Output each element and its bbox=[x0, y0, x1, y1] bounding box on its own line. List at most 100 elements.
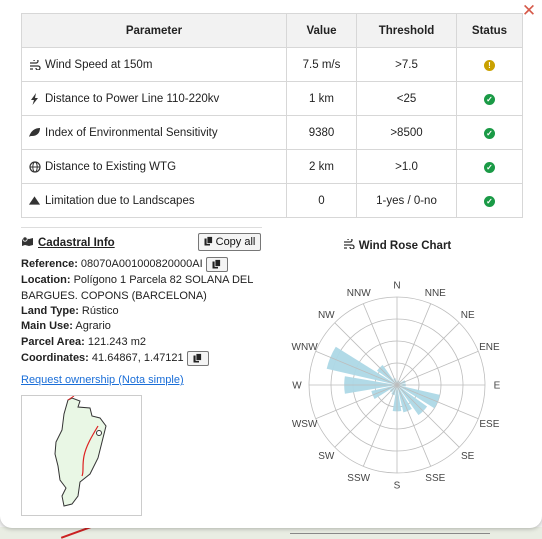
map-road-line bbox=[290, 533, 490, 534]
status-cell: ✓ bbox=[456, 183, 523, 218]
close-icon[interactable]: ✕ bbox=[521, 2, 537, 20]
value-cell: 1 km bbox=[286, 81, 357, 116]
header-threshold: Threshold bbox=[356, 13, 457, 48]
cadastral-title: Cadastral Info bbox=[21, 236, 115, 250]
reference-value: 08070A001000820000AI bbox=[80, 258, 203, 270]
wind-rose-title: Wind Rose Chart bbox=[275, 237, 519, 252]
copy-coordinates-button[interactable] bbox=[186, 350, 209, 366]
main-use-value: Agrario bbox=[75, 320, 111, 332]
value-cell: 0 bbox=[286, 183, 357, 218]
status-cell: ✓ bbox=[456, 115, 523, 150]
parameters-table: Parameter Value Threshold Status Wind Sp… bbox=[21, 13, 523, 218]
wind-rose-chart: N NNE NE ENE E ESE SE SSE S SSW SW WSW W WNW NW NNW bbox=[292, 281, 501, 492]
reference-label: Reference: bbox=[21, 258, 78, 270]
parcel-area-line: Parcel Area: 121.243 m2 bbox=[21, 334, 266, 350]
rose-direction-label: SE bbox=[461, 451, 475, 462]
parcel-area-label: Parcel Area: bbox=[21, 336, 85, 348]
parcel-area-value: 121.243 m2 bbox=[87, 336, 146, 348]
wind-rose-title-text: Wind Rose Chart bbox=[358, 239, 452, 252]
threshold-cell: <25 bbox=[356, 81, 457, 116]
rose-direction-label: SSW bbox=[347, 473, 370, 484]
rose-direction-label: NNE bbox=[425, 288, 446, 299]
value-cell: 2 km bbox=[286, 149, 357, 184]
rose-spoke bbox=[334, 384, 398, 448]
land-type-label: Land Type: bbox=[21, 305, 79, 317]
parcel-shape bbox=[22, 395, 141, 515]
section-divider bbox=[21, 227, 262, 228]
coordinates-line: Coordinates: 41.64867, 1.47121 bbox=[21, 350, 266, 366]
table-header-row: Parameter Value Threshold Status bbox=[21, 13, 523, 48]
table-row: Distance to Power Line 110-220kv 1 km <2… bbox=[21, 81, 523, 116]
header-value: Value bbox=[286, 13, 357, 48]
leaf-icon bbox=[28, 127, 41, 138]
copy-all-label: Copy all bbox=[215, 236, 256, 248]
parcel-popup: ✕ Parameter Value Threshold Status Wind … bbox=[0, 0, 542, 528]
rose-direction-label: SSE bbox=[425, 473, 445, 484]
reference-line: Reference: 08070A001000820000AI bbox=[21, 256, 266, 272]
threshold-cell: >7.5 bbox=[356, 47, 457, 82]
rose-direction-label: WNW bbox=[292, 342, 319, 353]
parameter-cell: Wind Speed at 150m bbox=[21, 47, 287, 82]
rose-direction-label: ESE bbox=[479, 419, 499, 430]
wind-icon bbox=[343, 237, 355, 252]
threshold-cell: >1.0 bbox=[356, 149, 457, 184]
map-icon bbox=[21, 236, 34, 250]
parameter-label: Distance to Existing WTG bbox=[45, 160, 177, 173]
rose-direction-label: N bbox=[393, 281, 400, 292]
land-type-line: Land Type: Rústico bbox=[21, 303, 266, 319]
rose-direction-label: WSW bbox=[292, 419, 318, 430]
value-cell: 7.5 m/s bbox=[286, 47, 357, 82]
copy-all-button[interactable]: Copy all bbox=[198, 233, 261, 251]
warning-icon: ! bbox=[484, 59, 495, 71]
copy-icon bbox=[204, 235, 213, 249]
rose-direction-label: ENE bbox=[479, 342, 500, 353]
globe-icon bbox=[28, 160, 41, 173]
rose-direction-label: E bbox=[494, 381, 501, 392]
location-label: Location: bbox=[21, 274, 71, 286]
land-type-value: Rústico bbox=[81, 305, 119, 317]
main-use-line: Main Use: Agrario bbox=[21, 318, 266, 334]
coordinates-label: Coordinates: bbox=[21, 352, 89, 364]
request-ownership-link[interactable]: Request ownership (Nota simple) bbox=[21, 374, 184, 386]
main-use-label: Main Use: bbox=[21, 320, 73, 332]
rose-direction-label: SW bbox=[318, 451, 335, 462]
copy-reference-button[interactable] bbox=[205, 256, 228, 272]
rose-direction-label: S bbox=[394, 481, 401, 492]
parameter-label: Limitation due to Landscapes bbox=[45, 194, 195, 207]
cadastral-title-text: Cadastral Info bbox=[38, 237, 115, 249]
table-row: Distance to Existing WTG 2 km >1.0 ✓ bbox=[21, 149, 523, 184]
threshold-cell: >8500 bbox=[356, 115, 457, 150]
mountain-icon bbox=[28, 195, 41, 206]
parameter-label: Distance to Power Line 110-220kv bbox=[45, 92, 220, 105]
check-circle-icon: ✓ bbox=[484, 127, 495, 139]
rose-spoke bbox=[396, 322, 460, 386]
check-circle-icon: ✓ bbox=[484, 161, 495, 173]
parameter-label: Index of Environmental Sensitivity bbox=[45, 126, 218, 139]
bolt-icon bbox=[28, 92, 41, 105]
table-row: Wind Speed at 150m 7.5 m/s >7.5 ! bbox=[21, 47, 523, 82]
parameter-cell: Index of Environmental Sensitivity bbox=[21, 115, 287, 150]
value-cell: 9380 bbox=[286, 115, 357, 150]
rose-direction-label: NE bbox=[461, 310, 475, 321]
status-cell: ✓ bbox=[456, 81, 523, 116]
coordinates-value: 41.64867, 1.47121 bbox=[91, 352, 184, 364]
rose-direction-label: NNW bbox=[347, 288, 371, 299]
location-line: Location: Polígono 1 Parcela 82 SOLANA D… bbox=[21, 272, 266, 304]
rose-direction-label: W bbox=[292, 381, 302, 392]
table-row: Limitation due to Landscapes 0 1-yes / 0… bbox=[21, 183, 523, 218]
wind-icon bbox=[28, 59, 41, 70]
status-cell: ! bbox=[456, 47, 523, 82]
table-row: Index of Environmental Sensitivity 9380 … bbox=[21, 115, 523, 150]
parameter-label: Wind Speed at 150m bbox=[45, 58, 153, 71]
parcel-minimap bbox=[21, 395, 142, 516]
check-circle-icon: ✓ bbox=[484, 93, 495, 105]
threshold-cell: 1-yes / 0-no bbox=[356, 183, 457, 218]
check-circle-icon: ✓ bbox=[484, 195, 495, 207]
status-cell: ✓ bbox=[456, 149, 523, 184]
header-status: Status bbox=[456, 13, 523, 48]
header-parameter: Parameter bbox=[21, 13, 287, 48]
rose-direction-label: NW bbox=[318, 310, 335, 321]
parameter-cell: Limitation due to Landscapes bbox=[21, 183, 287, 218]
parameter-cell: Distance to Power Line 110-220kv bbox=[21, 81, 287, 116]
parameter-cell: Distance to Existing WTG bbox=[21, 149, 287, 184]
